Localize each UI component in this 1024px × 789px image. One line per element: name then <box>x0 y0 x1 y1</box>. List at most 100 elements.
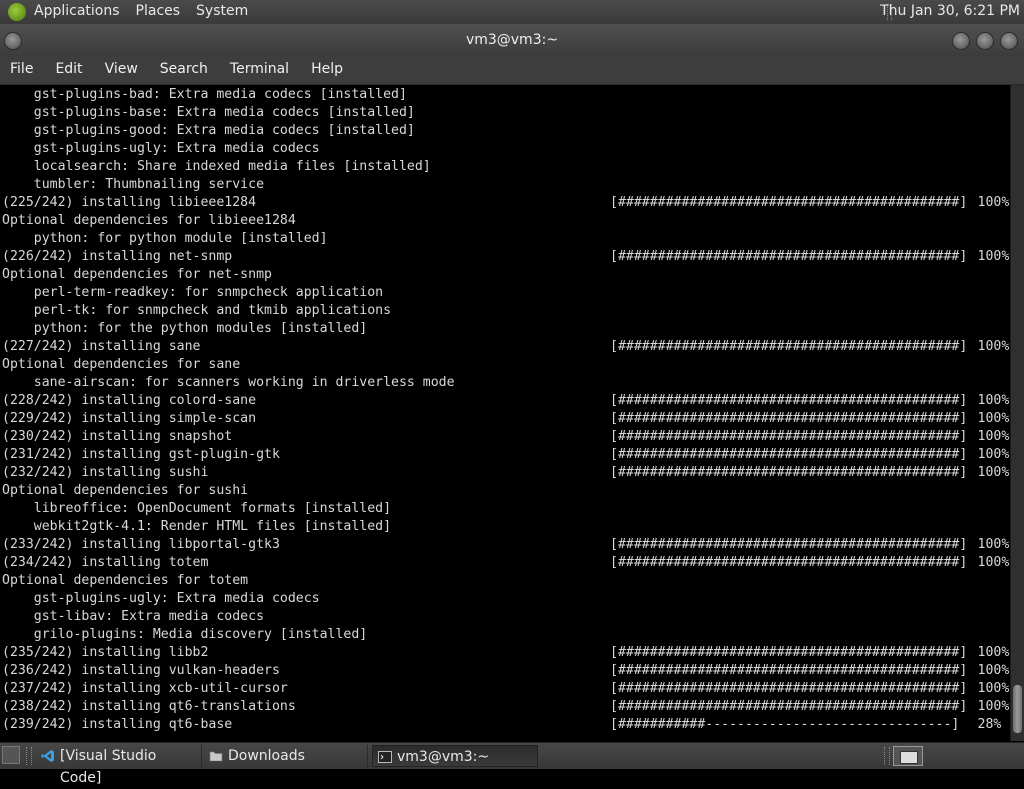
terminal-line: gst-libav: Extra media codecs <box>2 609 265 624</box>
progress-percent: 100% <box>977 699 1010 714</box>
progress-percent: 100% <box>977 447 1010 462</box>
terminal-line: (226/242) installing net-snmp <box>2 249 233 264</box>
terminal-line: (227/242) installing sane <box>2 339 201 354</box>
maximize-button[interactable] <box>976 32 994 50</box>
task-terminal[interactable]: vm3@vm3:~ <box>372 745 538 767</box>
terminal-line: (233/242) installing libportal-gtk3 <box>2 537 280 552</box>
progress-bar-text: [#######################################… <box>610 392 1009 410</box>
clock[interactable]: Thu Jan 30, 6:21 PM <box>880 3 1020 19</box>
terminal-line: gst-plugins-good: Extra media codecs [in… <box>2 123 415 138</box>
progress-bar-text: [#######################################… <box>610 338 1009 356</box>
menu-terminal[interactable]: Terminal <box>230 61 289 77</box>
progress-percent: 100% <box>977 249 1010 264</box>
terminal-scrollbar[interactable] <box>1010 85 1024 741</box>
progress-bar-text: [#######################################… <box>610 644 1009 662</box>
progress-bar-text: [#######################################… <box>610 446 1009 464</box>
progress-bar-text: [#######################################… <box>610 464 1009 482</box>
terminal-line: gst-plugins-base: Extra media codecs [in… <box>2 105 415 120</box>
progress-bar: [#######################################… <box>610 249 968 264</box>
progress-percent: 100% <box>977 429 1010 444</box>
progress-bar-text: [#######################################… <box>610 410 1009 428</box>
task-label: Downloads <box>228 748 305 764</box>
menubar: File Edit View Search Terminal Help <box>0 56 1024 85</box>
progress-bar: [#######################################… <box>610 339 968 354</box>
scrollbar-thumb[interactable] <box>1013 685 1022 733</box>
workspace-switcher[interactable] <box>893 746 923 766</box>
progress-bar: [#######################################… <box>610 465 968 480</box>
terminal-line: Optional dependencies for sushi <box>2 483 249 498</box>
terminal-line: perl-tk: for snmpcheck and tkmib applica… <box>2 303 392 318</box>
menu-help[interactable]: Help <box>311 61 343 77</box>
terminal-line: (231/242) installing gst-plugin-gtk <box>2 447 280 462</box>
terminal-line: (235/242) installing libb2 <box>2 645 209 660</box>
progress-bar: [#######################################… <box>610 537 968 552</box>
task-label: vm3@vm3:~ <box>397 749 490 765</box>
progress-percent: 100% <box>977 465 1010 480</box>
progress-bar: [#######################################… <box>610 699 968 714</box>
terminal-line: (225/242) installing libieee1284 <box>2 195 257 210</box>
progress-bar-text: [#######################################… <box>610 536 1009 554</box>
progress-percent: 100% <box>977 195 1010 210</box>
menu-file[interactable]: File <box>10 61 33 77</box>
menu-search[interactable]: Search <box>160 61 208 77</box>
distro-logo-icon[interactable] <box>8 3 26 21</box>
progress-bar: [#######################################… <box>610 555 968 570</box>
progress-bar: [#######################################… <box>610 663 968 678</box>
progress-percent: 100% <box>977 663 1010 678</box>
close-button[interactable] <box>1000 32 1018 50</box>
panel-handle <box>884 747 890 765</box>
task-vscode[interactable]: [Visual Studio Code] <box>36 745 202 786</box>
progress-bar-text: [#######################################… <box>610 698 1009 716</box>
terminal-line: (239/242) installing qt6-base <box>2 717 233 732</box>
folder-icon <box>209 751 223 762</box>
terminal-line: (236/242) installing vulkan-headers <box>2 663 280 678</box>
vscode-icon <box>41 750 54 762</box>
system-menu[interactable]: System <box>196 3 248 19</box>
progress-bar: [#######################################… <box>610 447 968 462</box>
progress-bar-text: [#######################################… <box>610 248 1009 266</box>
progress-bar-text: [###########----------------------------… <box>610 716 1001 734</box>
terminal-line: gst-plugins-ugly: Extra media codecs <box>2 591 320 606</box>
progress-bar-text: [#######################################… <box>610 554 1009 572</box>
terminal-line: localsearch: Share indexed media files [… <box>2 159 431 174</box>
progress-percent: 28% <box>977 717 1002 732</box>
progress-bar-text: [#######################################… <box>610 662 1009 680</box>
menu-view[interactable]: View <box>105 61 138 77</box>
progress-bar-text: [#######################################… <box>610 680 1009 698</box>
terminal-line: Optional dependencies for sane <box>2 357 241 372</box>
terminal-line: python: for the python modules [installe… <box>2 321 368 336</box>
task-downloads[interactable]: Downloads <box>204 745 368 767</box>
minimize-button[interactable] <box>952 32 970 50</box>
terminal-line: sane-airscan: for scanners working in dr… <box>2 375 455 390</box>
terminal-output[interactable]: gst-plugins-bad: Extra media codecs [ins… <box>0 85 1010 741</box>
terminal-line: Optional dependencies for totem <box>2 573 249 588</box>
terminal-line: python: for python module [installed] <box>2 231 328 246</box>
terminal-line: (237/242) installing xcb-util-cursor <box>2 681 288 696</box>
progress-bar-text: [#######################################… <box>610 428 1009 446</box>
progress-percent: 100% <box>977 555 1010 570</box>
progress-bar: [#######################################… <box>610 411 968 426</box>
progress-percent: 100% <box>977 339 1010 354</box>
terminal-line: (229/242) installing simple-scan <box>2 411 257 426</box>
progress-bar: [#######################################… <box>610 645 968 660</box>
progress-bar: [#######################################… <box>610 393 968 408</box>
progress-percent: 100% <box>977 645 1010 660</box>
top-panel: Applications Places System Thu Jan 30, 6… <box>0 0 1024 25</box>
window-titlebar[interactable]: vm3@vm3:~ <box>0 24 1024 56</box>
terminal-line: Optional dependencies for libieee1284 <box>2 213 296 228</box>
places-menu[interactable]: Places <box>136 3 181 19</box>
progress-percent: 100% <box>977 537 1010 552</box>
progress-percent: 100% <box>977 681 1010 696</box>
terminal-line: webkit2gtk-4.1: Render HTML files [insta… <box>2 519 392 534</box>
terminal-line: (228/242) installing colord-sane <box>2 393 257 408</box>
terminal-line: tumbler: Thumbnailing service <box>2 177 265 192</box>
show-desktop-icon[interactable] <box>2 746 20 764</box>
menu-edit[interactable]: Edit <box>55 61 82 77</box>
window-title: vm3@vm3:~ <box>465 32 559 48</box>
applications-menu[interactable]: Applications <box>34 3 120 19</box>
progress-bar: [#######################################… <box>610 429 968 444</box>
progress-bar-text: [#######################################… <box>610 194 1009 212</box>
progress-bar: [#######################################… <box>610 195 968 210</box>
terminal-line: gst-plugins-ugly: Extra media codecs <box>2 141 320 156</box>
progress-bar: [#######################################… <box>610 681 968 696</box>
